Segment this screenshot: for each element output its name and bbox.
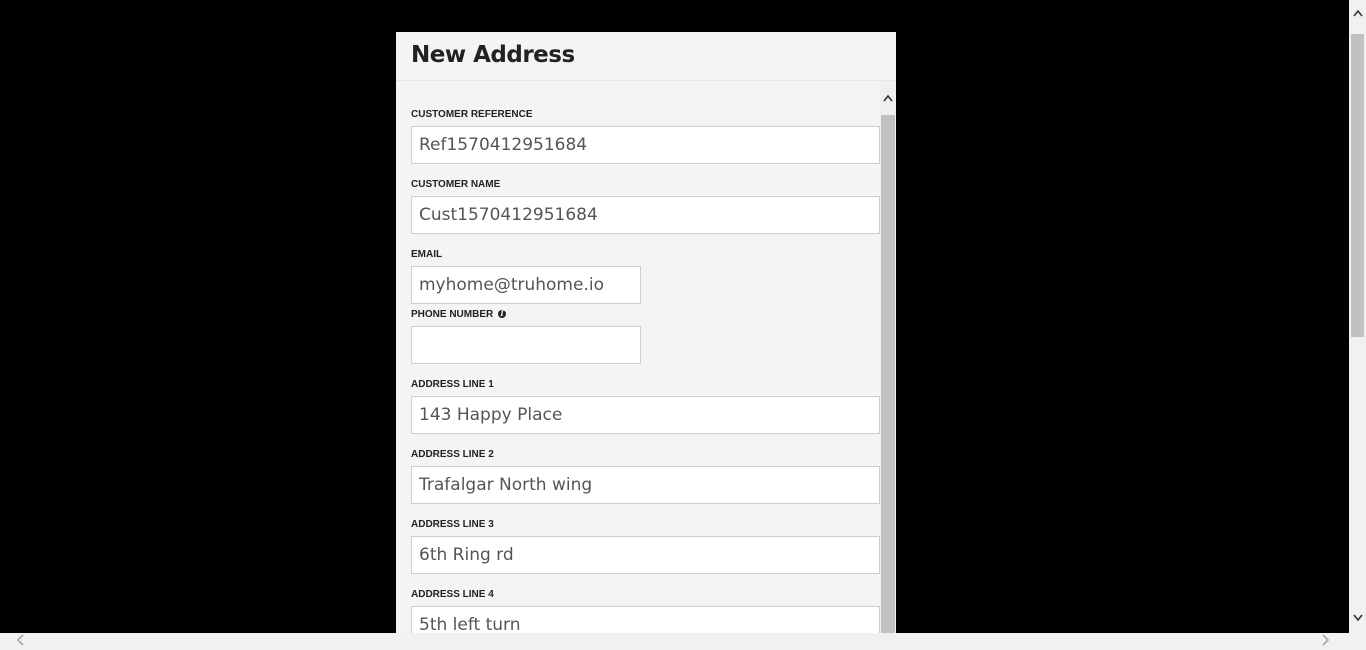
address-line-4-label: ADDRESS LINE 4 [411,589,494,600]
chevron-up-icon[interactable] [883,93,893,105]
chevron-down-icon[interactable] [1353,613,1363,625]
customer-reference-input[interactable] [411,126,880,164]
address-line-2-input[interactable] [411,466,880,504]
email-input[interactable] [411,266,641,304]
customer-reference-label: CUSTOMER REFERENCE [411,109,533,120]
address-line-3-input[interactable] [411,536,880,574]
modal-scrollbar-thumb[interactable] [881,115,895,633]
info-icon[interactable]: i [498,310,507,319]
email-label: EMAIL [411,249,443,260]
chevron-left-icon[interactable] [16,633,24,650]
modal-scrollbar[interactable] [880,81,896,633]
modal-body: CUSTOMER REFERENCE CUSTOMER NAME EMAIL P… [396,81,880,633]
phone-number-label-group: PHONE NUMBER i [411,309,507,320]
phone-number-input[interactable] [411,326,641,364]
phone-number-label: PHONE NUMBER [411,309,494,320]
address-line-3-label: ADDRESS LINE 3 [411,519,494,530]
chevron-right-icon[interactable] [1322,633,1330,650]
modal-title: New Address [411,42,575,68]
modal-header: New Address [396,32,896,81]
customer-name-input[interactable] [411,196,880,234]
address-line-1-input[interactable] [411,396,880,434]
customer-name-label: CUSTOMER NAME [411,179,501,190]
address-line-1-label: ADDRESS LINE 1 [411,379,494,390]
new-address-modal: New Address CUSTOMER REFERENCE CUSTOMER … [396,32,896,633]
page-horizontal-scrollbar[interactable] [0,633,1366,650]
chevron-up-icon[interactable] [1353,8,1363,20]
page-vertical-scrollbar-thumb[interactable] [1351,34,1364,337]
address-line-2-label: ADDRESS LINE 2 [411,449,494,460]
address-line-4-input[interactable] [411,606,880,633]
page-vertical-scrollbar[interactable] [1349,0,1366,633]
